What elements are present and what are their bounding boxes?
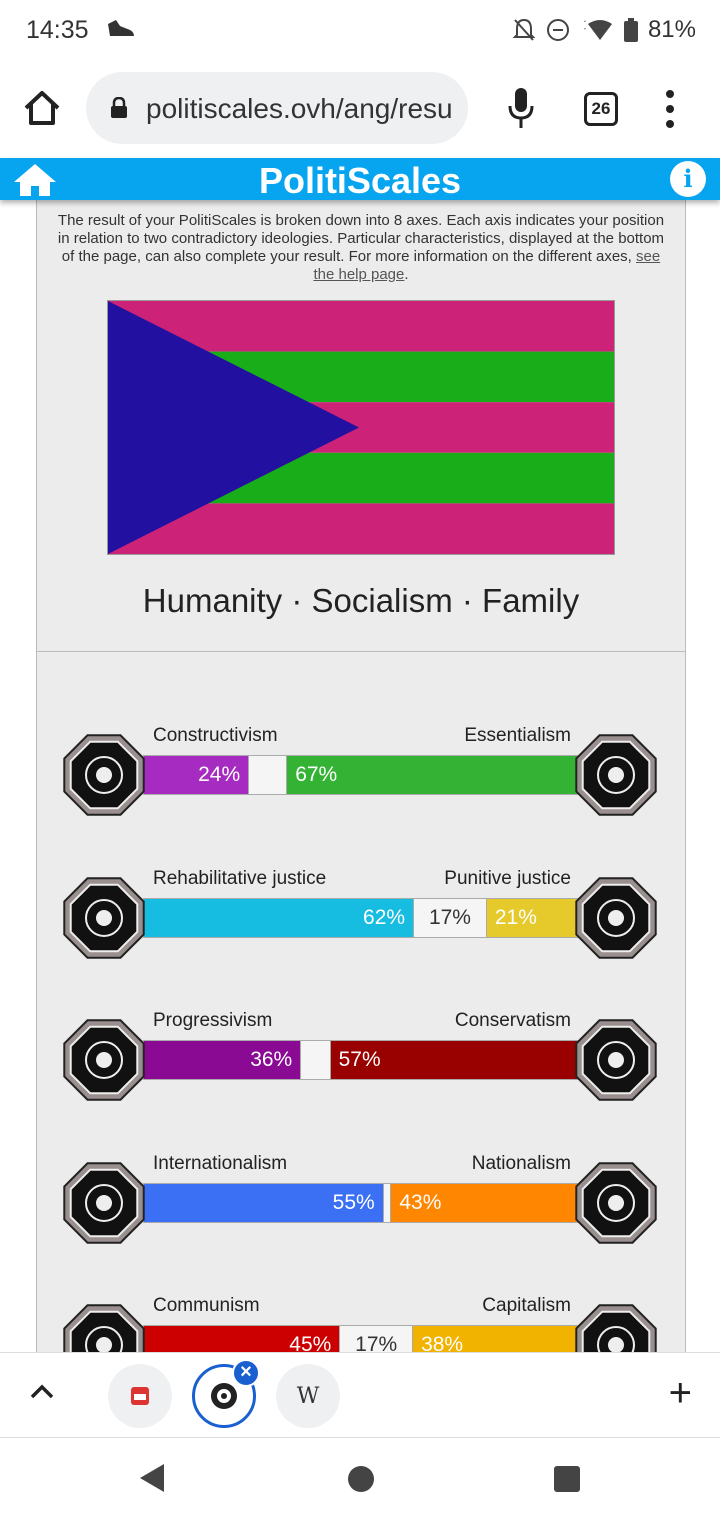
do-not-disturb-icon (546, 19, 569, 41)
url-text: politiscales.ovh/ang/resu (146, 93, 453, 124)
tab-thumbnail-wikipedia[interactable]: W (276, 1364, 340, 1428)
home-icon[interactable] (22, 88, 62, 128)
axis-neutral-value: 17% (339, 1326, 414, 1352)
axis-left-label: Internationalism (153, 1152, 288, 1174)
axis-right-label: Conservatism (454, 1010, 571, 1031)
prison-bars-icon (575, 876, 657, 959)
tab-thumbnail-1[interactable] (108, 1364, 172, 1428)
axis-neutral-value (382, 1183, 392, 1222)
wifi-icon (583, 20, 612, 40)
info-icon[interactable]: i (670, 161, 706, 197)
axis-bar: 62% 17% 21% (143, 897, 579, 938)
url-bar[interactable]: politiscales.ovh/ang/resu (86, 72, 468, 144)
axis-right-value: 67% (287, 756, 578, 794)
axis-row: Rehabilitative justice Punitive justice 62… (37, 867, 685, 968)
battery-icon (623, 18, 638, 42)
back-icon[interactable] (138, 1462, 166, 1494)
intro-text: The result of your PolitiScales is broke… (55, 212, 667, 284)
screen: 14:35 81% politiscales.ovh/ang/resu 26 P… (0, 0, 720, 1520)
axis-right-label: Essentialism (464, 725, 571, 746)
result-motto: Humanity · Socialism · Family (142, 582, 580, 619)
axis-neutral-value (248, 756, 288, 794)
browser-toolbar: politiscales.ovh/ang/resu 26 (0, 62, 720, 158)
flag-icon (575, 1161, 657, 1244)
axis-bar: 36% 57% (143, 1040, 579, 1080)
axis-right-value: 21% (486, 898, 578, 937)
axis-right-label: Punitive justice (444, 867, 571, 889)
politiscales-favicon-icon (211, 1383, 237, 1409)
axis-row: Constructivism Essentialism 24% 67% (37, 725, 685, 825)
shoe-icon (108, 20, 134, 36)
axis-left-label: Constructivism (153, 725, 278, 746)
close-tab-button[interactable]: × (232, 1359, 260, 1387)
globe-icon (63, 1161, 145, 1244)
axis-right-value: 38% (413, 1326, 578, 1352)
axis-left-value: 24% (144, 756, 249, 794)
axis-right-label: Capitalism (482, 1295, 571, 1316)
axis-row: Progressivism Conservatism 36% 57% (37, 1010, 685, 1110)
new-tab-button[interactable]: + (669, 1373, 692, 1413)
axis-left-value: 45% (144, 1326, 340, 1352)
nav-home-button[interactable] (348, 1466, 374, 1492)
results-panel: The result of your PolitiScales is broke… (36, 200, 686, 1352)
axis-left-value: 55% (144, 1183, 383, 1222)
axis-row: Communism Capitalism 45% 17% 38% (37, 1295, 685, 1352)
axis-bar: 55% 43% (143, 1182, 579, 1223)
tab-favicon-icon (131, 1387, 149, 1405)
axis-left-label: Communism (153, 1295, 260, 1316)
site-title[interactable]: PolitiScales (0, 160, 720, 202)
axis-right-value: 57% (330, 1041, 578, 1079)
navigation-bar (0, 1438, 720, 1520)
axis-right-label: Nationalism (471, 1152, 571, 1174)
axis-neutral-value: 17% (413, 898, 487, 937)
more-vert-icon[interactable] (660, 90, 680, 128)
intro-body: The result of your PolitiScales is broke… (57, 212, 665, 265)
axis-neutral-value (300, 1041, 331, 1079)
status-bar: 14:35 81% (0, 0, 720, 62)
rocket-icon (63, 1019, 145, 1101)
intro-end: . (404, 266, 409, 283)
axis-right-value: 43% (391, 1183, 578, 1222)
fountain-pen-icon (575, 1019, 657, 1101)
site-header: PolitiScales i (0, 158, 720, 202)
axis-left-value: 36% (144, 1041, 301, 1079)
flower-icon (575, 734, 657, 816)
axis-left-label: Rehabilitative justice (153, 867, 327, 889)
tabs-button[interactable]: 26 (584, 92, 618, 126)
result-flag (107, 300, 615, 555)
axis-bar: 24% 67% (143, 755, 579, 795)
divider (37, 651, 685, 652)
hammer-sickle-icon (63, 1304, 145, 1352)
eye-icon (63, 734, 145, 816)
handshake-icon (63, 876, 145, 959)
lock-icon (111, 97, 127, 118)
axis-bar: 45% 17% 38% (143, 1325, 579, 1352)
axis-row: Internationalism Nationalism 55% 43% (37, 1152, 685, 1253)
bell-off-icon (512, 18, 536, 41)
tab-strip: × W + (0, 1352, 720, 1438)
battery-level: 81% (647, 16, 696, 43)
recents-button[interactable] (554, 1466, 580, 1492)
axis-left-value: 62% (144, 898, 414, 937)
axis-left-label: Progressivism (153, 1010, 273, 1031)
chevron-up-icon[interactable] (28, 1383, 56, 1401)
money-bag-icon (575, 1304, 657, 1352)
mic-icon[interactable] (506, 86, 536, 130)
status-icons: 81% (512, 16, 696, 44)
status-time: 14:35 (26, 16, 89, 44)
